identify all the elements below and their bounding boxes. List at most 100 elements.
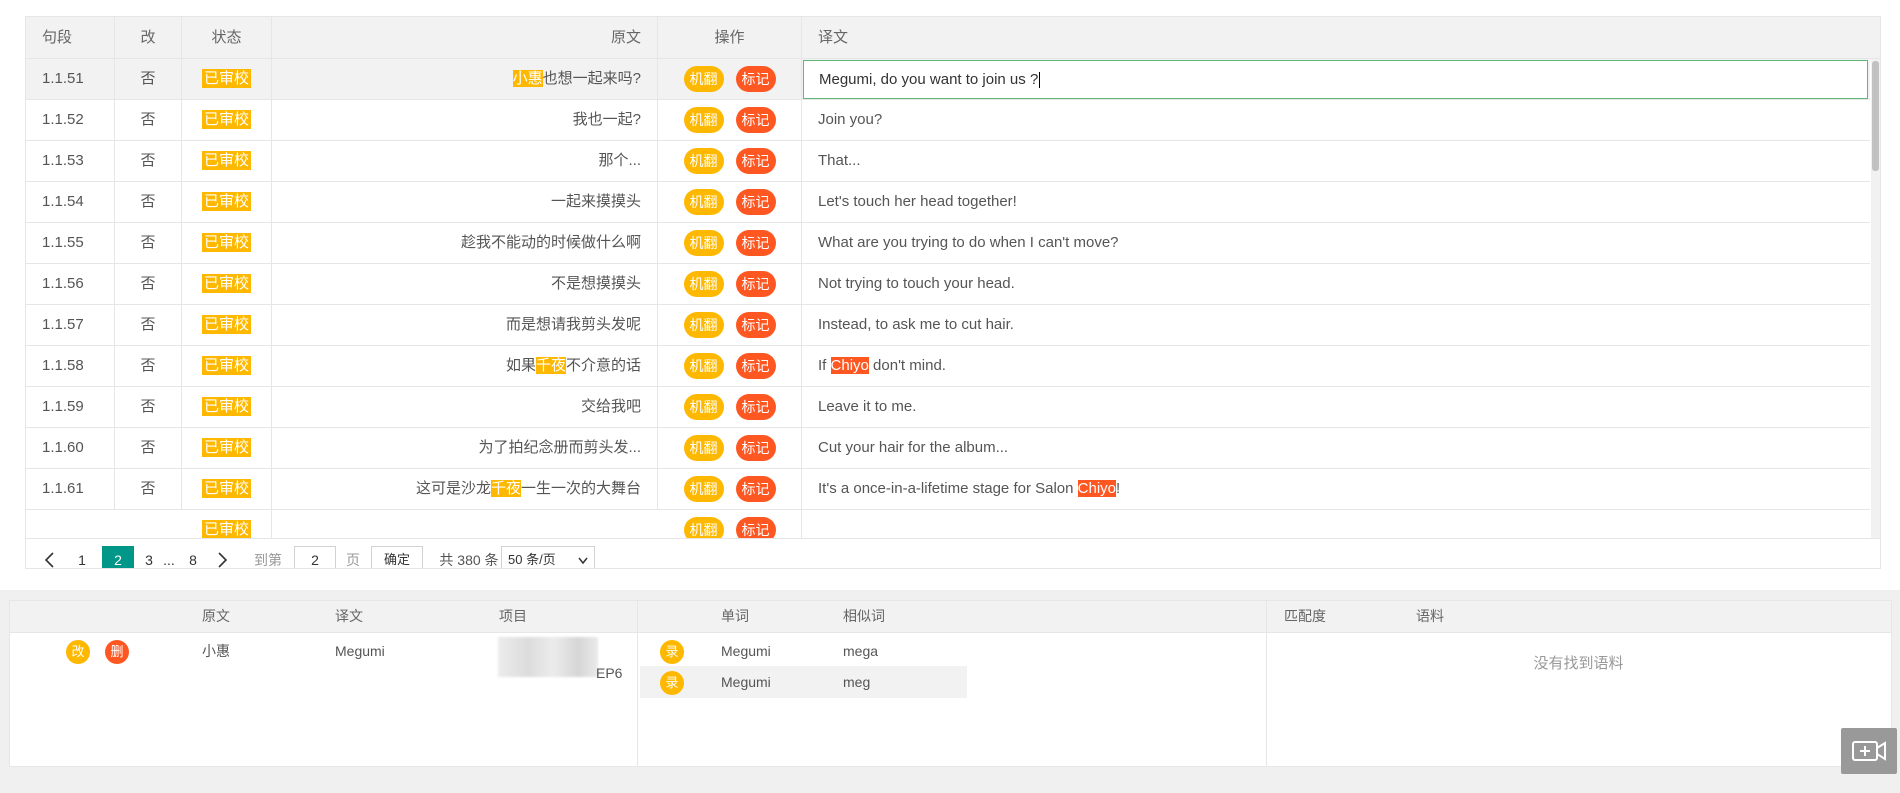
table-row[interactable]: 1.1.58 否已审校 如果千夜不介意的话 机翻 标记 If Chiyo don't mi…	[26, 346, 1870, 387]
record-button[interactable]: 录	[660, 671, 684, 695]
mark-button[interactable]: 标记	[735, 312, 776, 339]
glossary-header-source: 原文	[202, 608, 230, 624]
table-row[interactable]: 1.1.59 否已审校 交给我吧 机翻 标记 Leave it to me.	[26, 387, 1870, 428]
translation-text[interactable]: Join you?	[802, 100, 1870, 140]
table-row[interactable]: 1.1.54 否已审校 一起来摸摸头 机翻 标记 Let's touch her head…	[26, 182, 1870, 223]
source-fragment: 不介意的话	[565, 357, 641, 374]
translation-text[interactable]: If Chiyo don't mind.	[802, 346, 1870, 386]
mark-button[interactable]: 标记	[735, 353, 776, 380]
page-8[interactable]: 8	[182, 546, 204, 568]
table-row[interactable]: 1.1.60 否已审校 为了拍纪念册而剪头发... 机翻 标记 Cut your hair…	[26, 428, 1870, 469]
machine-translate-button[interactable]: 机翻	[683, 271, 724, 298]
source-fragment: 一起来摸摸头	[550, 193, 641, 210]
mark-button[interactable]: 标记	[735, 435, 776, 462]
machine-translate-button[interactable]: 机翻	[683, 394, 724, 421]
translation-fragment: Instead, to ask me to cut hair.	[818, 316, 1014, 333]
table-row[interactable]: 1.1.53 否已审校 那个... 机翻 标记 That...	[26, 141, 1870, 182]
translation-text[interactable]: What are you trying to do when I can't m…	[802, 223, 1870, 263]
glossary-translation: Megumi	[335, 643, 385, 659]
table-row[interactable]: 1.1.55 否已审校 趁我不能动的时候做什么啊 机翻 标记 What are you t…	[26, 223, 1870, 264]
mark-button[interactable]: 标记	[735, 66, 776, 93]
machine-translate-button[interactable]: 机翻	[683, 353, 724, 380]
translation-fragment: That...	[818, 152, 861, 169]
confirm-goto-button[interactable]: 确定	[371, 546, 423, 568]
actions-cell: 机翻 标记	[658, 428, 802, 468]
source-text: 小惠也想一起来吗?	[272, 59, 658, 99]
machine-translate-button[interactable]: 机翻	[683, 230, 724, 257]
next-page-button[interactable]	[210, 546, 234, 568]
total-count: 共 380 条	[439, 552, 499, 568]
page-2-current[interactable]: 2	[102, 546, 134, 568]
record-button[interactable]: 录	[660, 640, 684, 664]
machine-translate-button[interactable]: 机翻	[683, 435, 724, 462]
mark-button[interactable]: 标记	[735, 107, 776, 134]
translation-editor[interactable]: Megumi, do you want to join us ?	[803, 60, 1868, 99]
source-text: 不是想摸摸头	[272, 264, 658, 304]
segment-id: 1.1.55	[26, 223, 115, 263]
goto-page-input[interactable]: 2	[294, 546, 336, 568]
table-row[interactable]: 1.1.52 否已审校 我也一起? 机翻 标记 Join you?	[26, 100, 1870, 141]
source-text: 交给我吧	[272, 387, 658, 427]
source-text: 那个...	[272, 141, 658, 181]
machine-translate-button[interactable]: 机翻	[683, 476, 724, 503]
translation-text[interactable]: It's a once-in-a-lifetime stage for Salo…	[802, 469, 1870, 509]
table-row[interactable]: 1.1.56 否已审校 不是想摸摸头 机翻 标记 Not trying to touch …	[26, 264, 1870, 305]
translation-text[interactable]: Not trying to touch your head.	[802, 264, 1870, 304]
segment-id: 1.1.56	[26, 264, 115, 304]
scrollbar-thumb[interactable]	[1872, 61, 1879, 171]
machine-translate-button[interactable]: 机翻	[683, 66, 724, 93]
machine-translate-button[interactable]: 机翻	[683, 189, 724, 216]
page-1[interactable]: 1	[70, 546, 94, 568]
prev-page-button[interactable]	[38, 546, 62, 568]
page-3[interactable]: 3	[138, 546, 160, 568]
machine-translate-button[interactable]: 机翻	[683, 148, 724, 175]
table-scrollbar[interactable]	[1871, 59, 1880, 538]
chevron-left-icon	[44, 552, 54, 568]
mark-button[interactable]: 标记	[735, 394, 776, 421]
segment-id: 1.1.52	[26, 100, 115, 140]
similar-header-similar: 相似词	[843, 608, 885, 624]
translation-text[interactable]: Cut your hair for the album...	[802, 428, 1870, 468]
mark-button[interactable]: 标记	[735, 517, 776, 538]
translation-fragment: Leave it to me.	[818, 398, 917, 415]
screen-record-button[interactable]	[1841, 728, 1897, 774]
table-row[interactable]: 1.1.61 否已审校 这可是沙龙千夜一生一次的大舞台 机翻 标记 It's a once…	[26, 469, 1870, 510]
source-fragment: 我也一起?	[572, 111, 641, 128]
changed-flag: 否	[115, 428, 182, 468]
glossary-edit-button[interactable]: 改	[66, 640, 90, 664]
table-row[interactable]: 1.1.51 否已审校 小惠也想一起来吗? 机翻 标记 Megumi, do you wa…	[26, 59, 1870, 100]
status-cell: 已审校	[182, 141, 272, 181]
page-size-select[interactable]: 50 条/页	[501, 546, 595, 568]
status-cell: 已审校	[182, 428, 272, 468]
segment-id: 1.1.54	[26, 182, 115, 222]
page-size-value: 50 条/页	[508, 552, 556, 567]
machine-translate-button[interactable]: 机翻	[683, 312, 724, 339]
actions-cell: 机翻 标记	[658, 223, 802, 263]
changed-flag: 否	[115, 264, 182, 304]
translation-text[interactable]: Instead, to ask me to cut hair.	[802, 305, 1870, 345]
mark-button[interactable]: 标记	[735, 476, 776, 503]
glossary-delete-button[interactable]: 删	[105, 640, 129, 664]
table-header: 句段 改 状态 原文 操作 译文	[26, 17, 1880, 59]
chevron-right-icon	[218, 552, 228, 568]
translation-text[interactable]: That...	[802, 141, 1870, 181]
table-row[interactable]: 已审校 机翻 标记	[26, 510, 1870, 538]
mark-button[interactable]: 标记	[735, 189, 776, 216]
mark-button[interactable]: 标记	[735, 230, 776, 257]
header-actions: 操作	[658, 17, 802, 58]
mark-button[interactable]: 标记	[735, 148, 776, 175]
status-cell: 已审校	[182, 182, 272, 222]
segment-id: 1.1.58	[26, 346, 115, 386]
mark-button[interactable]: 标记	[735, 271, 776, 298]
status-badge: 已审校	[201, 151, 251, 170]
machine-translate-button[interactable]: 机翻	[683, 107, 724, 134]
translation-text[interactable]: Leave it to me.	[802, 387, 1870, 427]
status-cell: 已审校	[182, 264, 272, 304]
footer-strip	[0, 775, 1900, 793]
translation-text[interactable]: Let's touch her head together!	[802, 182, 1870, 222]
similar-word: Megumi	[721, 643, 771, 659]
table-row[interactable]: 1.1.57 否已审校 而是想请我剪头发呢 机翻 标记 Instead, to ask m…	[26, 305, 1870, 346]
source-text: 我也一起?	[272, 100, 658, 140]
machine-translate-button[interactable]: 机翻	[683, 517, 724, 538]
status-badge: 已审校	[201, 438, 251, 457]
